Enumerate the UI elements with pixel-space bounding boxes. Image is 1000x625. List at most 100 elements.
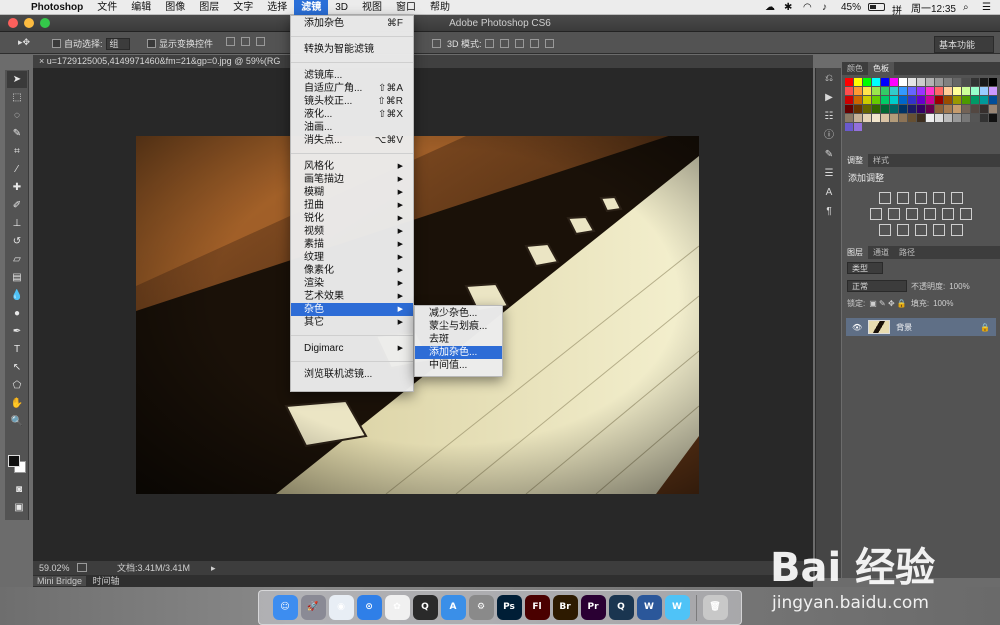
menu-select[interactable]: 选择 bbox=[260, 0, 294, 15]
tab-layers[interactable]: 图层 bbox=[842, 246, 868, 259]
status-menu-arrow-icon[interactable]: ▸ bbox=[211, 561, 216, 575]
swatch[interactable] bbox=[872, 78, 880, 86]
close-window-button[interactable] bbox=[8, 18, 18, 28]
show-transform-checkbox[interactable] bbox=[147, 39, 156, 48]
3d-rotate-icon[interactable] bbox=[484, 39, 494, 48]
filter-menu-item[interactable]: 锐化 ▶ bbox=[291, 212, 413, 225]
menu-image[interactable]: 图像 bbox=[158, 0, 192, 15]
dock-app-icon[interactable]: W bbox=[664, 595, 690, 620]
swatch[interactable] bbox=[971, 78, 979, 86]
foreground-color[interactable] bbox=[8, 455, 20, 467]
swatch[interactable] bbox=[980, 96, 988, 104]
tab-swatches[interactable]: 色板 bbox=[868, 62, 894, 75]
exposure-icon[interactable] bbox=[933, 192, 945, 204]
swatch[interactable] bbox=[899, 114, 907, 122]
dock-app-icon[interactable]: Ps bbox=[496, 595, 522, 620]
menu-filter[interactable]: 滤镜 bbox=[294, 0, 329, 15]
filter-menu-item[interactable]: 艺术效果 ▶ bbox=[291, 290, 413, 303]
menu-edit[interactable]: 编辑 bbox=[124, 0, 158, 15]
info-icon[interactable]: ⓘ bbox=[818, 128, 840, 144]
dock-app-icon[interactable]: Fl bbox=[524, 595, 550, 620]
tab-paths[interactable]: 路径 bbox=[894, 246, 920, 259]
swatch[interactable] bbox=[971, 87, 979, 95]
swatch[interactable] bbox=[989, 114, 997, 122]
noise-submenu-item[interactable]: 蒙尘与划痕... bbox=[415, 320, 502, 333]
swatch[interactable] bbox=[953, 78, 961, 86]
swatch[interactable] bbox=[899, 96, 907, 104]
black-white-icon[interactable] bbox=[906, 208, 918, 220]
filter-menu-item[interactable]: 油画... bbox=[291, 121, 413, 134]
search-icon[interactable]: ⌕ bbox=[963, 2, 975, 13]
filter-menu-item[interactable]: 像素化 ▶ bbox=[291, 264, 413, 277]
minimize-window-button[interactable] bbox=[24, 18, 34, 28]
vibrance-icon[interactable] bbox=[951, 192, 963, 204]
healing-brush-tool-icon[interactable]: ✚ bbox=[7, 179, 27, 196]
eyedropper-tool-icon[interactable]: ⁄ bbox=[7, 161, 27, 178]
filter-menu-item[interactable]: 液化... ⇧⌘X bbox=[291, 108, 413, 121]
swatch[interactable] bbox=[872, 114, 880, 122]
blend-mode-dropdown[interactable]: 正常 bbox=[847, 280, 907, 292]
swatch[interactable] bbox=[971, 114, 979, 122]
swatch[interactable] bbox=[854, 87, 862, 95]
paragraph-icon[interactable]: ¶ bbox=[818, 204, 840, 220]
shape-tool-icon[interactable]: ⬠ bbox=[7, 377, 27, 394]
swatch[interactable] bbox=[899, 78, 907, 86]
quick-select-tool-icon[interactable]: ✎ bbox=[7, 125, 27, 142]
swatch[interactable] bbox=[989, 87, 997, 95]
type-tool-icon[interactable]: T bbox=[7, 341, 27, 358]
input-method-icon[interactable]: 拼 bbox=[892, 2, 904, 17]
swatch[interactable] bbox=[926, 87, 934, 95]
swatch[interactable] bbox=[890, 105, 898, 113]
swatch[interactable] bbox=[944, 96, 952, 104]
filter-menu-item[interactable]: Digimarc ▶ bbox=[291, 342, 413, 355]
swatch[interactable] bbox=[953, 114, 961, 122]
swatch[interactable] bbox=[863, 105, 871, 113]
noise-submenu-item[interactable]: 中间值... bbox=[415, 359, 502, 372]
lock-icons[interactable]: ▣ ✎ ✥ 🔒 bbox=[869, 299, 907, 308]
visibility-eye-icon[interactable]: 👁 bbox=[852, 323, 862, 332]
menu-view[interactable]: 视图 bbox=[355, 0, 389, 15]
filter-menu-item[interactable]: 其它 ▶ bbox=[291, 316, 413, 329]
app-menu[interactable]: Photoshop bbox=[24, 0, 90, 15]
dock-app-icon[interactable]: 🚀 bbox=[300, 595, 326, 620]
levels-icon[interactable] bbox=[897, 192, 909, 204]
swatch[interactable] bbox=[845, 96, 853, 104]
swatch[interactable] bbox=[935, 96, 943, 104]
swatch[interactable] bbox=[953, 87, 961, 95]
3d-pan-icon[interactable] bbox=[514, 39, 524, 48]
swatch[interactable] bbox=[962, 78, 970, 86]
export-icon[interactable] bbox=[77, 563, 87, 572]
brush-presets-icon[interactable]: ☰ bbox=[818, 166, 840, 182]
swatch[interactable] bbox=[944, 78, 952, 86]
tab-color[interactable]: 颜色 bbox=[842, 62, 868, 75]
actions-icon[interactable]: ▶ bbox=[818, 90, 840, 106]
noise-submenu-item[interactable]: 添加杂色... bbox=[415, 346, 502, 359]
dodge-tool-icon[interactable]: ● bbox=[7, 305, 27, 322]
swatch[interactable] bbox=[926, 114, 934, 122]
swatch[interactable] bbox=[980, 114, 988, 122]
swatch[interactable] bbox=[908, 114, 916, 122]
document-tab[interactable]: × u=1729125005,4149971460&fm=21&gp=0.jpg… bbox=[33, 55, 813, 68]
color-lookup-icon[interactable] bbox=[960, 208, 972, 220]
swatch[interactable] bbox=[917, 105, 925, 113]
distribute-icon[interactable] bbox=[432, 39, 441, 48]
swatch[interactable] bbox=[881, 105, 889, 113]
swatch[interactable] bbox=[854, 105, 862, 113]
3d-slide-icon[interactable] bbox=[529, 39, 539, 48]
swatch[interactable] bbox=[854, 78, 862, 86]
swatch[interactable] bbox=[881, 87, 889, 95]
swatch[interactable] bbox=[935, 78, 943, 86]
filter-menu-item[interactable]: 添加杂色 ⌘F bbox=[291, 17, 413, 30]
curves-icon[interactable] bbox=[915, 192, 927, 204]
threshold-icon[interactable] bbox=[915, 224, 927, 236]
swatch[interactable] bbox=[845, 114, 853, 122]
filter-menu-item[interactable]: 素描 ▶ bbox=[291, 238, 413, 251]
blur-tool-icon[interactable]: 💧 bbox=[7, 287, 27, 304]
quick-mask-icon[interactable]: ◙ bbox=[9, 481, 29, 498]
align-bottom-icon[interactable] bbox=[256, 37, 265, 46]
layer-name[interactable]: 背景 bbox=[896, 322, 912, 333]
swatch[interactable] bbox=[890, 114, 898, 122]
swatch[interactable] bbox=[899, 105, 907, 113]
selective-color-icon[interactable] bbox=[951, 224, 963, 236]
3d-scale-icon[interactable] bbox=[544, 39, 554, 48]
